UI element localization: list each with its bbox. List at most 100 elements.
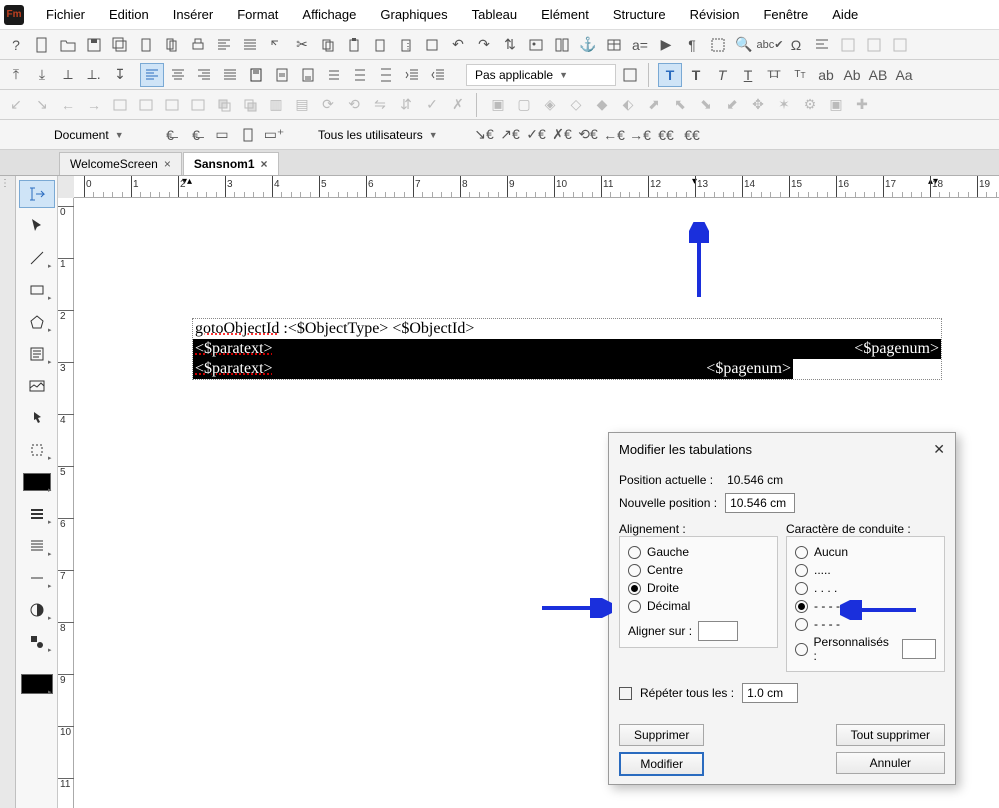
font-icon[interactable]: Aa	[892, 63, 916, 87]
play-icon[interactable]: ▶	[654, 33, 678, 57]
menu-element[interactable]: Elément	[529, 1, 601, 28]
send-back-icon[interactable]	[238, 93, 262, 117]
symbols-icon[interactable]: ¶	[680, 33, 704, 57]
curs-1-icon[interactable]: ⬈	[642, 93, 666, 117]
repeat-input[interactable]	[742, 683, 798, 703]
align-droite[interactable]: Droite	[628, 579, 769, 597]
tc-1-icon[interactable]: €̶	[158, 123, 182, 147]
bold-icon[interactable]: T	[684, 63, 708, 87]
spacing-2-icon[interactable]	[348, 63, 372, 87]
ungroup-icon[interactable]: ▢	[512, 93, 536, 117]
menu-edition[interactable]: Edition	[97, 1, 161, 28]
menu-format[interactable]: Format	[225, 1, 290, 28]
menu-fichier[interactable]: Fichier	[34, 1, 97, 28]
help-icon[interactable]: ?	[4, 33, 28, 57]
check-1-icon[interactable]: ✓	[420, 93, 444, 117]
tab-sansnom1[interactable]: Sansnom1 ×	[183, 152, 279, 175]
lines-tool[interactable]: ▸	[19, 500, 55, 528]
curs-2-icon[interactable]: ⬉	[668, 93, 692, 117]
leader-aucun[interactable]: Aucun	[795, 543, 936, 561]
pattern-tool[interactable]: ▸	[19, 532, 55, 560]
dock-grip[interactable]: ⋮⋮⋮	[0, 176, 16, 808]
leader-dash1[interactable]: - - - -	[795, 597, 936, 615]
curs-3-icon[interactable]: ⬊	[694, 93, 718, 117]
styles-icon[interactable]	[810, 33, 834, 57]
paste-special-icon[interactable]: ⋮	[394, 33, 418, 57]
page-icon[interactable]	[134, 33, 158, 57]
arr-dl-icon[interactable]: ↙	[4, 93, 28, 117]
valign-top-icon[interactable]	[244, 63, 268, 87]
pointer-tool[interactable]	[19, 212, 55, 240]
stack-1-icon[interactable]: ◈	[538, 93, 562, 117]
fill-swatch-tool[interactable]: ▸	[19, 468, 55, 496]
selection-tool[interactable]: ▸	[19, 436, 55, 464]
para-align-left-icon[interactable]	[140, 63, 164, 87]
text-frame[interactable]: gotoObjectId :<$ObjectType> <$ObjectId> …	[192, 318, 942, 380]
gear-icon[interactable]: ⚙	[798, 93, 822, 117]
leader-dots2[interactable]: . . . .	[795, 579, 936, 597]
rect-tool[interactable]: ▸	[19, 276, 55, 304]
stroke-tool[interactable]: ▸	[19, 564, 55, 592]
rotate-ccw-icon[interactable]: ⟲	[342, 93, 366, 117]
star-icon[interactable]: ✶	[772, 93, 796, 117]
tc-b-icon[interactable]: ↗€	[498, 123, 522, 147]
menu-inserer[interactable]: Insérer	[161, 1, 225, 28]
text-tool-icon[interactable]: T	[658, 63, 682, 87]
search-icon[interactable]: 🔍	[732, 33, 756, 57]
para-align-center-icon[interactable]	[166, 63, 190, 87]
close-icon[interactable]: ✕	[933, 441, 945, 458]
tc-3-icon[interactable]: ▭	[210, 123, 234, 147]
repeat-checkbox[interactable]	[619, 687, 632, 700]
curs-4-icon[interactable]: ⬋	[720, 93, 744, 117]
tab-decimal-icon[interactable]: ⟂.	[82, 63, 106, 87]
rotate-cw-icon[interactable]: ⟳	[316, 93, 340, 117]
align-decimal[interactable]: Décimal	[628, 597, 769, 615]
obj-1-icon[interactable]	[108, 93, 132, 117]
obj-3-icon[interactable]	[160, 93, 184, 117]
para-align-right-icon[interactable]	[192, 63, 216, 87]
stack-4-icon[interactable]: ⬖	[616, 93, 640, 117]
undo-arrow-icon[interactable]: ↶	[446, 33, 470, 57]
copy-icon[interactable]	[316, 33, 340, 57]
obj-2-icon[interactable]	[134, 93, 158, 117]
columns-icon[interactable]	[550, 33, 574, 57]
group-icon[interactable]: ▣	[486, 93, 510, 117]
lowercase-icon[interactable]: ab	[814, 63, 838, 87]
menu-affichage[interactable]: Affichage	[290, 1, 368, 28]
obj-4-icon[interactable]	[186, 93, 210, 117]
anchor-icon[interactable]: ⚓	[576, 33, 600, 57]
scope-combo[interactable]: Document ▼	[46, 124, 156, 146]
tc-g-icon[interactable]: →€	[628, 123, 652, 147]
delete-button[interactable]: Supprimer	[619, 724, 704, 746]
align-justify-icon[interactable]	[238, 33, 262, 57]
bring-front-icon[interactable]	[212, 93, 236, 117]
text-frame-tool[interactable]: ▸	[19, 340, 55, 368]
spacing-1-icon[interactable]	[322, 63, 346, 87]
indent-dec-icon[interactable]	[426, 63, 450, 87]
arr-r-icon[interactable]: →	[82, 93, 106, 117]
tc-i-icon[interactable]: €€	[680, 123, 704, 147]
tab-left-icon[interactable]: ⤒	[4, 63, 28, 87]
leader-custom[interactable]: Personnalisés :	[795, 633, 936, 665]
arr-l-icon[interactable]: ←	[56, 93, 80, 117]
line-tool[interactable]: ▸	[19, 244, 55, 272]
polygon-tool[interactable]: ▸	[19, 308, 55, 336]
delete-all-button[interactable]: Tout supprimer	[836, 724, 945, 746]
arr-dr-icon[interactable]: ↘	[30, 93, 54, 117]
tc-2-icon[interactable]: €̶	[184, 123, 208, 147]
check-2-icon[interactable]: ✗	[446, 93, 470, 117]
indent-inc-icon[interactable]	[400, 63, 424, 87]
text-cursor-tool[interactable]	[19, 180, 55, 208]
menu-aide[interactable]: Aide	[820, 1, 870, 28]
print-icon[interactable]	[186, 33, 210, 57]
tc-5-icon[interactable]: ▭⁺	[262, 123, 286, 147]
misc-2-icon[interactable]	[862, 33, 886, 57]
super-sub-icon[interactable]: TT	[788, 63, 812, 87]
menu-structure[interactable]: Structure	[601, 1, 678, 28]
flip-v-icon[interactable]: ⇵	[394, 93, 418, 117]
paragraph-style-combo[interactable]: Pas applicable ▼	[466, 64, 616, 86]
save-all-icon[interactable]	[108, 33, 132, 57]
modify-button[interactable]: Modifier	[619, 752, 704, 776]
indent-icon[interactable]: ↧	[108, 63, 132, 87]
leader-dots1[interactable]: .....	[795, 561, 936, 579]
